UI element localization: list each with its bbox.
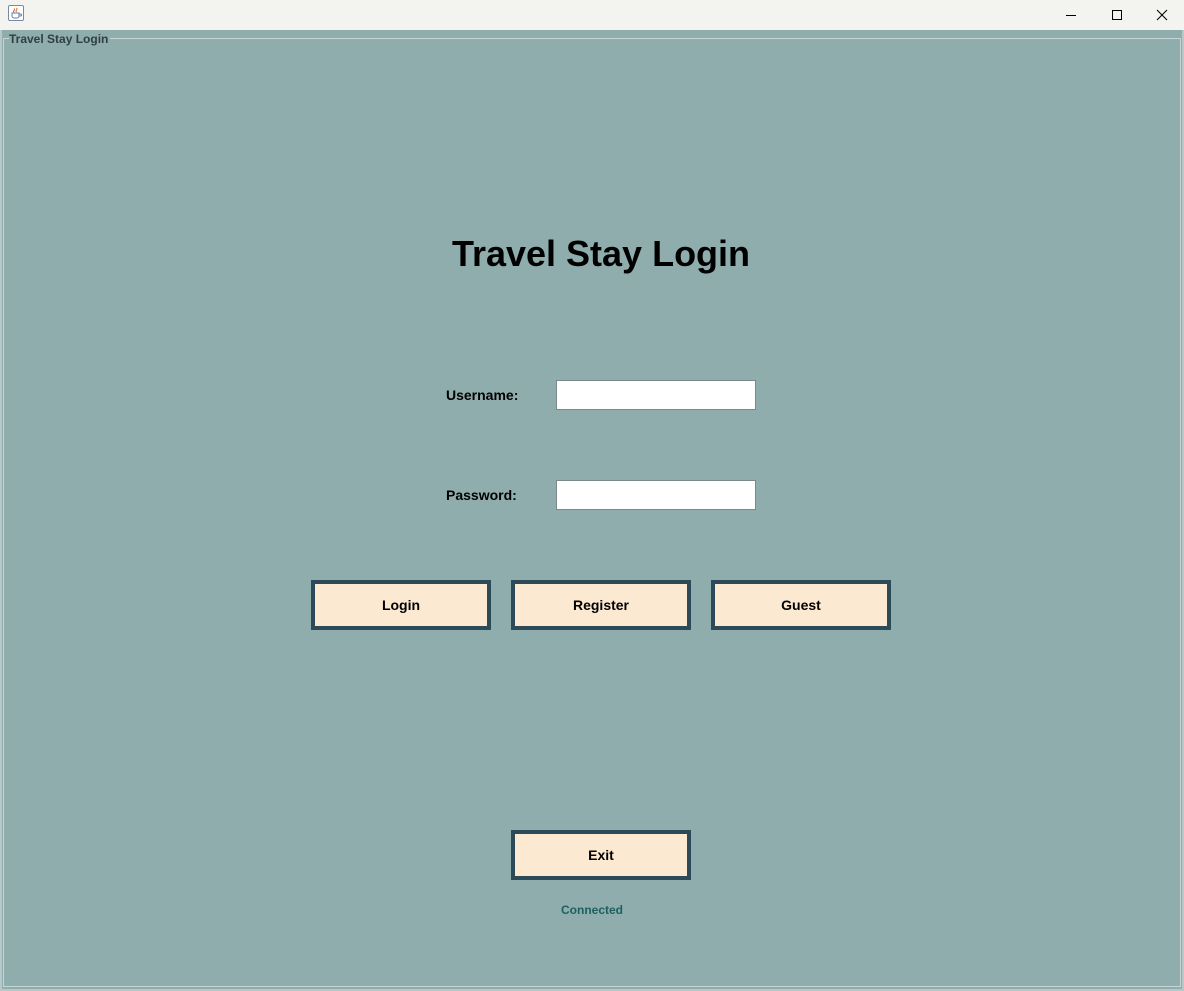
panel-border-title: Travel Stay Login bbox=[9, 32, 111, 46]
guest-button[interactable]: Guest bbox=[711, 580, 891, 630]
exit-button[interactable]: Exit bbox=[511, 830, 691, 880]
password-field[interactable] bbox=[556, 480, 756, 510]
minimize-icon bbox=[1066, 15, 1076, 16]
username-label: Username: bbox=[446, 387, 519, 403]
minimize-button[interactable] bbox=[1048, 0, 1094, 30]
java-cup-icon bbox=[8, 5, 24, 21]
window-titlebar[interactable] bbox=[0, 0, 1184, 30]
login-button[interactable]: Login bbox=[311, 580, 491, 630]
close-button[interactable] bbox=[1139, 0, 1184, 30]
app-window: Travel Stay Login Travel Stay Login User… bbox=[0, 0, 1184, 991]
maximize-icon bbox=[1112, 10, 1122, 20]
password-label: Password: bbox=[446, 487, 517, 503]
register-button[interactable]: Register bbox=[511, 580, 691, 630]
username-field[interactable] bbox=[556, 380, 756, 410]
page-title: Travel Stay Login bbox=[451, 233, 751, 274]
connection-status: Connected bbox=[561, 903, 624, 917]
close-icon bbox=[1156, 9, 1168, 21]
maximize-button[interactable] bbox=[1094, 0, 1140, 30]
